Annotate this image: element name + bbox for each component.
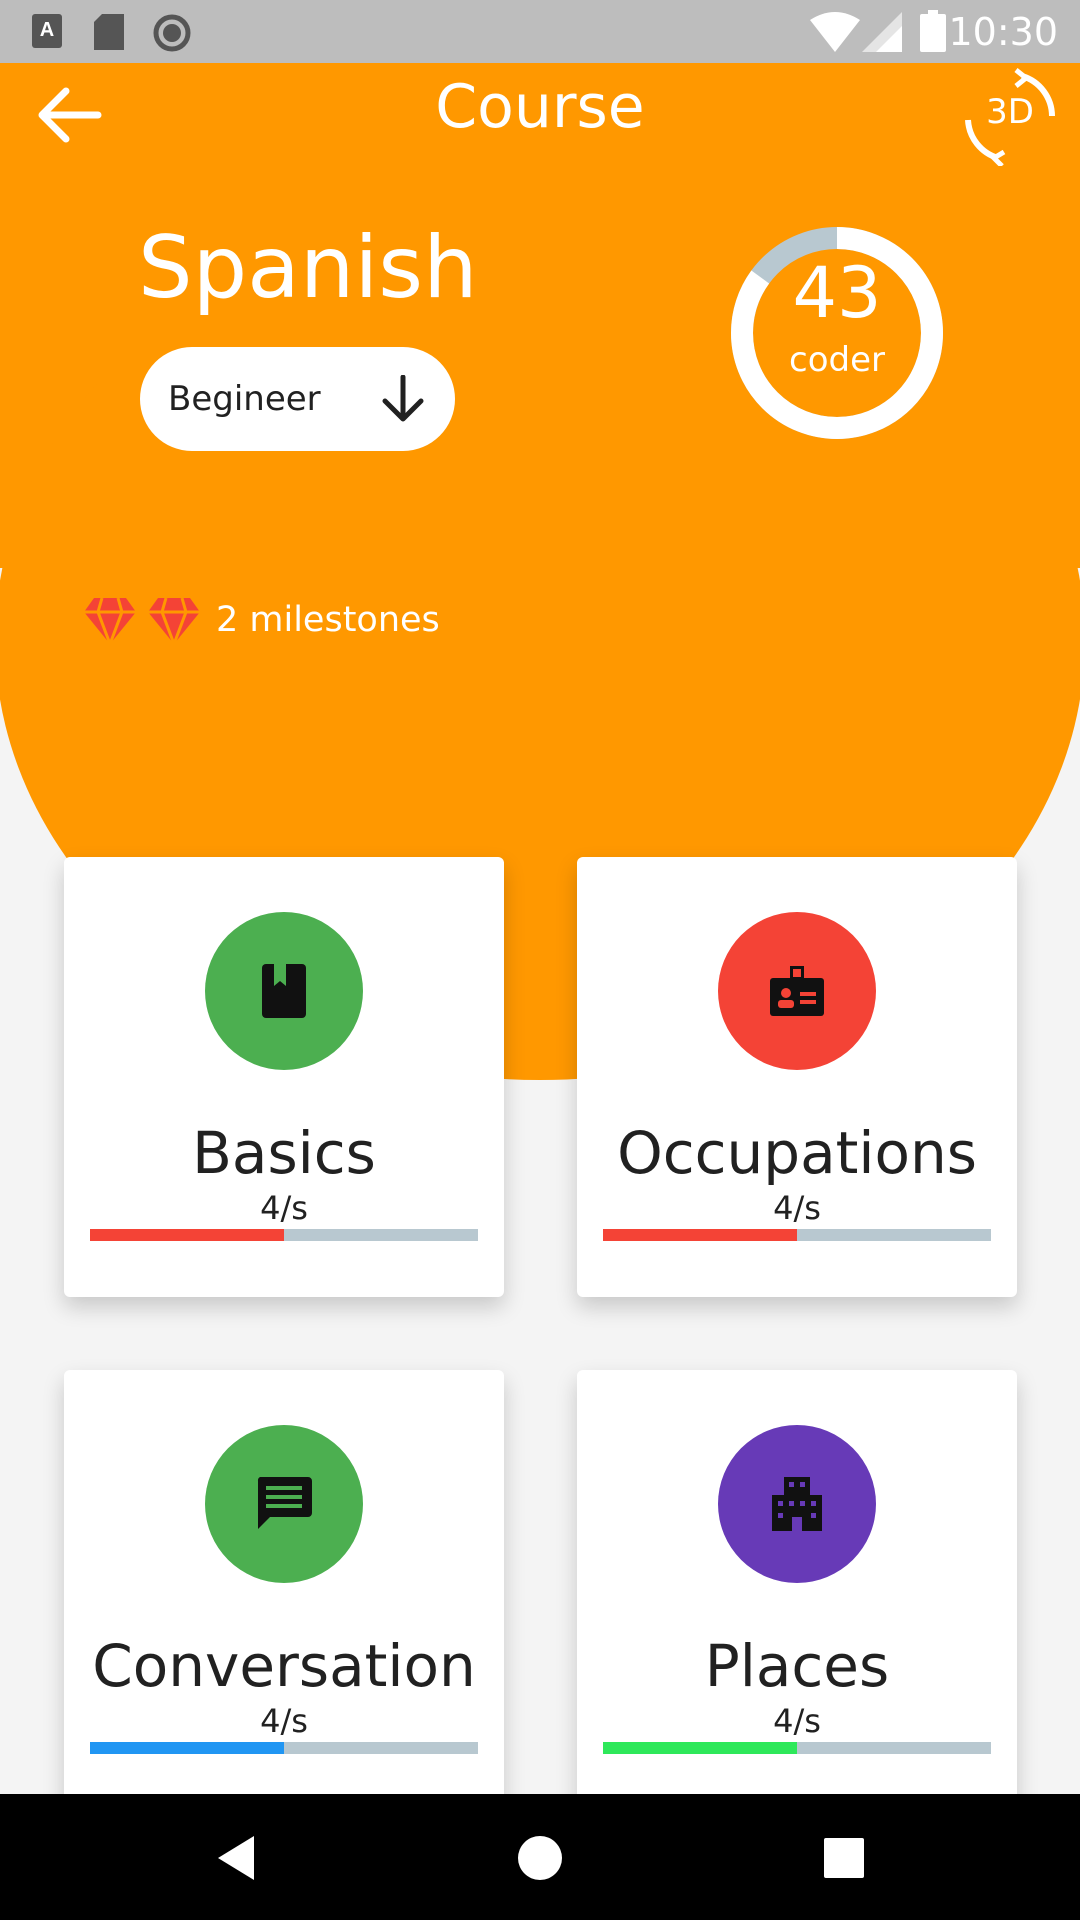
page-title: Course <box>435 72 645 142</box>
card-title: Basics <box>192 1119 376 1187</box>
clock: 10:30 <box>948 10 1058 54</box>
level-label: Begineer <box>168 379 321 419</box>
course-card-basics[interactable]: Basics 4/s <box>64 857 504 1297</box>
recents-square-icon[interactable] <box>816 1830 872 1886</box>
back-triangle-icon[interactable] <box>210 1830 266 1886</box>
signal-icon <box>862 12 902 52</box>
sd-card-icon <box>94 14 124 50</box>
home-circle-icon[interactable] <box>512 1830 568 1886</box>
svg-text:A: A <box>40 19 54 41</box>
arrow-down-icon <box>382 375 424 422</box>
language-name: Spanish <box>138 218 478 318</box>
card-rate: 4/s <box>260 1702 308 1740</box>
course-card-places[interactable]: Places 4/s <box>577 1370 1017 1810</box>
score-value: 43 <box>792 252 882 334</box>
course-card-conversation[interactable]: Conversation 4/s <box>64 1370 504 1810</box>
card-progress-track <box>603 1742 991 1754</box>
card-rate: 4/s <box>260 1189 308 1227</box>
level-dropdown[interactable]: Begineer <box>140 347 455 451</box>
circle-icon <box>153 14 191 52</box>
milestones-label: 2 milestones <box>216 600 440 640</box>
a-icon: A <box>32 14 62 48</box>
building-icon <box>772 1477 822 1531</box>
card-progress-fill <box>90 1742 284 1754</box>
card-title: Places <box>704 1632 890 1700</box>
navigation-bar <box>0 1794 1080 1920</box>
course-card-occupations[interactable]: Occupations 4/s <box>577 857 1017 1297</box>
wifi-icon <box>810 12 860 52</box>
diamond-icon <box>84 597 136 644</box>
3d-label: 3D <box>986 92 1034 132</box>
milestones-row: 2 milestones <box>84 596 440 644</box>
card-icon-circle <box>718 912 876 1070</box>
card-icon-circle <box>205 1425 363 1583</box>
card-rate: 4/s <box>773 1189 821 1227</box>
card-icon-circle <box>718 1425 876 1583</box>
battery-icon <box>920 10 946 52</box>
card-progress-track <box>90 1229 478 1241</box>
card-rate: 4/s <box>773 1702 821 1740</box>
card-title: Conversation <box>92 1632 476 1700</box>
card-progress-fill <box>603 1229 797 1241</box>
score-caption: coder <box>789 340 885 380</box>
card-progress-fill <box>90 1229 284 1241</box>
chat-icon <box>257 1477 312 1529</box>
card-progress-track <box>90 1742 478 1754</box>
card-progress-fill <box>603 1742 797 1754</box>
book-icon <box>262 964 306 1018</box>
card-title: Occupations <box>617 1119 977 1187</box>
badge-icon <box>770 966 824 1016</box>
status-bar: A 10:30 <box>0 0 1080 63</box>
card-icon-circle <box>205 912 363 1070</box>
3d-view-button[interactable]: 3D <box>960 66 1060 166</box>
card-progress-track <box>603 1229 991 1241</box>
diamond-icon <box>148 597 200 644</box>
